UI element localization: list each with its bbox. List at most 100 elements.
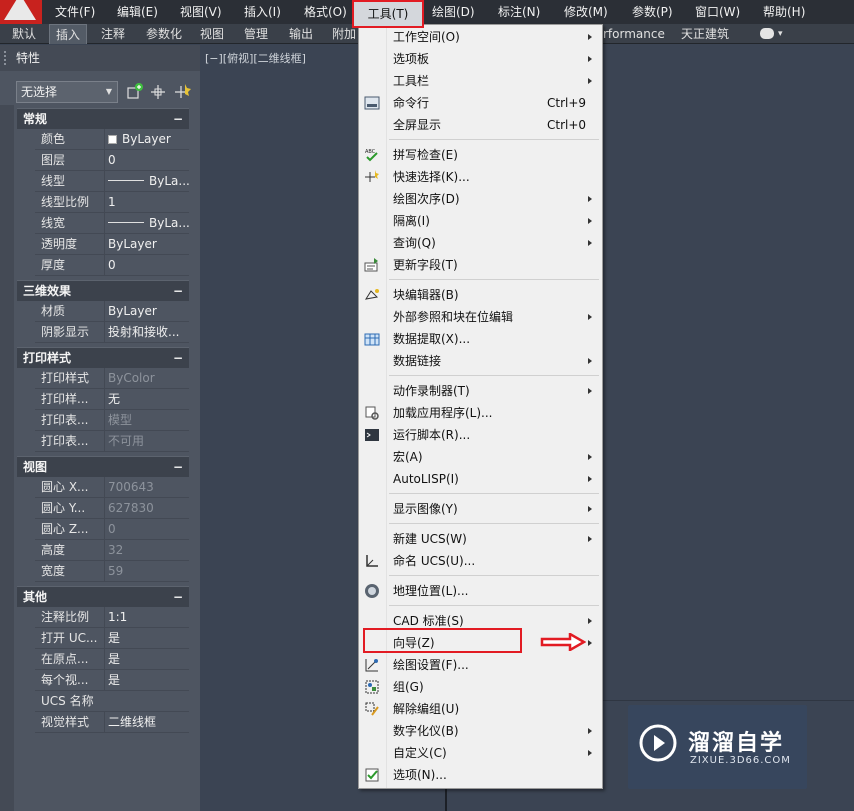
prop-row-shadow[interactable]: 阴影显示 投射和接收... xyxy=(35,322,189,343)
tab-output[interactable]: 输出 xyxy=(289,24,313,44)
menu-file[interactable]: 文件(F) xyxy=(55,0,95,24)
menu-dimension[interactable]: 标注(N) xyxy=(498,0,540,24)
prop-row-plot-type[interactable]: 打印表... 不可用 xyxy=(35,431,189,452)
menu-item-data-extraction[interactable]: 数据提取(X)... xyxy=(359,328,602,350)
prop-row-thickness[interactable]: 厚度 0 xyxy=(35,255,189,276)
panel-title-bar[interactable]: 特性 xyxy=(0,45,200,71)
prop-row-height[interactable]: 高度 32 xyxy=(35,540,189,561)
section-misc[interactable]: 其他 − xyxy=(17,586,189,607)
prop-row-center-z[interactable]: 圆心 Z... 0 xyxy=(35,519,189,540)
menu-tools[interactable]: 工具(T) xyxy=(352,0,424,28)
menu-item-new-ucs[interactable]: 新建 UCS(W) xyxy=(359,528,602,550)
viewport-controls[interactable]: [−][俯视][二维线框] xyxy=(205,50,306,66)
menu-item-toolbars[interactable]: 工具栏 xyxy=(359,70,602,92)
svg-text:ABC: ABC xyxy=(365,149,376,155)
prop-row-lineweight[interactable]: 线宽 ByLa... xyxy=(35,213,189,234)
tab-default[interactable]: 默认 xyxy=(12,24,36,44)
drawing-line xyxy=(603,700,854,701)
menu-item-isolate[interactable]: 隔离(I) xyxy=(359,210,602,232)
menu-item-autolisp[interactable]: AutoLISP(I) xyxy=(359,468,602,490)
menu-help[interactable]: 帮助(H) xyxy=(763,0,805,24)
grip-icon[interactable] xyxy=(4,51,10,65)
prop-row-ucs-name[interactable]: UCS 名称 xyxy=(35,691,189,712)
menu-insert[interactable]: 插入(I) xyxy=(244,0,281,24)
menu-item-xref-edit[interactable]: 外部参照和块在位编辑 xyxy=(359,306,602,328)
prop-row-ucs-icon[interactable]: 打开 UC... 是 xyxy=(35,628,189,649)
section-3d-effects[interactable]: 三维效果 − xyxy=(17,280,189,301)
select-objects-icon[interactable] xyxy=(148,82,168,102)
menu-item-palettes[interactable]: 选项板 xyxy=(359,48,602,70)
menu-item-run-script[interactable]: 运行脚本(R)... xyxy=(359,424,602,446)
prop-row-visual-style[interactable]: 视觉样式 二维线框 xyxy=(35,712,189,733)
collapse-icon[interactable]: − xyxy=(173,348,183,368)
menu-item-update-fields[interactable]: 更新字段(T) xyxy=(359,254,602,276)
prop-row-material[interactable]: 材质 ByLayer xyxy=(35,301,189,322)
prop-row-plotstyle-table[interactable]: 打印样... 无 xyxy=(35,389,189,410)
menu-parametric[interactable]: 参数(P) xyxy=(632,0,673,24)
tab-performance[interactable]: rformance xyxy=(603,24,665,44)
tab-insert[interactable]: 插入 xyxy=(49,24,88,44)
prop-row-center-x[interactable]: 圆心 X... 700643 xyxy=(35,477,189,498)
collapse-icon[interactable]: − xyxy=(173,587,183,607)
menu-item-command-line[interactable]: 命令行 Ctrl+9 xyxy=(359,92,602,114)
menu-window[interactable]: 窗口(W) xyxy=(695,0,740,24)
prop-row-plotstyle[interactable]: 打印样式 ByColor xyxy=(35,368,189,389)
group-icon xyxy=(365,680,379,694)
tab-tangent[interactable]: 天正建筑 xyxy=(681,24,729,44)
prop-row-transparency[interactable]: 透明度 ByLayer xyxy=(35,234,189,255)
menu-item-block-editor[interactable]: 块编辑器(B) xyxy=(359,284,602,306)
menu-item-data-links[interactable]: 数据链接 xyxy=(359,350,602,372)
menu-item-geolocation[interactable]: 地理位置(L)... xyxy=(359,580,602,602)
selection-dropdown[interactable]: 无选择 ▼ xyxy=(16,81,118,103)
prop-row-linetype[interactable]: 线型 ByLa... xyxy=(35,171,189,192)
menu-item-macro[interactable]: 宏(A) xyxy=(359,446,602,468)
prop-row-center-y[interactable]: 圆心 Y... 627830 xyxy=(35,498,189,519)
menu-item-fullscreen[interactable]: 全屏显示 Ctrl+0 xyxy=(359,114,602,136)
collapse-icon[interactable]: − xyxy=(173,281,183,301)
menu-draw[interactable]: 绘图(D) xyxy=(432,0,475,24)
menu-item-inquiry[interactable]: 查询(Q) xyxy=(359,232,602,254)
section-general[interactable]: 常规 − xyxy=(17,108,189,129)
prop-row-layer[interactable]: 图层 0 xyxy=(35,150,189,171)
menu-edit[interactable]: 编辑(E) xyxy=(117,0,158,24)
tab-annotate[interactable]: 注释 xyxy=(101,24,125,44)
chevron-down-icon[interactable]: ▾ xyxy=(778,24,783,44)
menu-item-drafting-settings[interactable]: 绘图设置(F)... xyxy=(359,654,602,676)
tab-manage[interactable]: 管理 xyxy=(244,24,268,44)
menu-item-display-image[interactable]: 显示图像(Y) xyxy=(359,498,602,520)
prop-row-width[interactable]: 宽度 59 xyxy=(35,561,189,582)
menu-item-options[interactable]: 选项(N)... xyxy=(359,764,602,786)
prop-row-ltscale[interactable]: 线型比例 1 xyxy=(35,192,189,213)
tab-parametric[interactable]: 参数化 xyxy=(146,24,182,44)
section-view[interactable]: 视图 − xyxy=(17,456,189,477)
menu-item-customize[interactable]: 自定义(C) xyxy=(359,742,602,764)
menu-item-draw-order[interactable]: 绘图次序(D) xyxy=(359,188,602,210)
ribbon-toggle-icon[interactable] xyxy=(760,28,774,39)
menu-item-tablet[interactable]: 数字化仪(B) xyxy=(359,720,602,742)
prop-row-annoscale[interactable]: 注释比例 1:1 xyxy=(35,607,189,628)
menu-format[interactable]: 格式(O) xyxy=(304,0,347,24)
menu-item-group[interactable]: 组(G) xyxy=(359,676,602,698)
prop-value: 投射和接收... xyxy=(104,322,189,342)
prop-key: 每个视... xyxy=(41,673,89,687)
menu-item-action-recorder[interactable]: 动作录制器(T) xyxy=(359,380,602,402)
menu-item-workspaces[interactable]: 工作空间(O) xyxy=(359,26,602,48)
menu-item-named-ucs[interactable]: 命名 UCS(U)... xyxy=(359,550,602,572)
collapse-icon[interactable]: − xyxy=(173,109,183,129)
menu-item-spell-check[interactable]: ABC 拼写检查(E) xyxy=(359,144,602,166)
app-logo-icon[interactable] xyxy=(0,0,42,24)
menu-view[interactable]: 视图(V) xyxy=(180,0,222,24)
prop-row-at-origin[interactable]: 在原点... 是 xyxy=(35,649,189,670)
quick-select-icon[interactable] xyxy=(173,82,193,102)
toggle-pickadd-icon[interactable] xyxy=(125,82,145,102)
tab-view[interactable]: 视图 xyxy=(200,24,224,44)
menu-item-load-application[interactable]: 加载应用程序(L)... xyxy=(359,402,602,424)
prop-row-plot-attached[interactable]: 打印表... 模型 xyxy=(35,410,189,431)
menu-item-ungroup[interactable]: 解除编组(U) xyxy=(359,698,602,720)
menu-item-quick-select[interactable]: 快速选择(K)... xyxy=(359,166,602,188)
collapse-icon[interactable]: − xyxy=(173,457,183,477)
prop-row-color[interactable]: 颜色 ByLayer xyxy=(35,129,189,150)
prop-row-per-viewport[interactable]: 每个视... 是 xyxy=(35,670,189,691)
section-plot-style[interactable]: 打印样式 − xyxy=(17,347,189,368)
menu-modify[interactable]: 修改(M) xyxy=(564,0,608,24)
